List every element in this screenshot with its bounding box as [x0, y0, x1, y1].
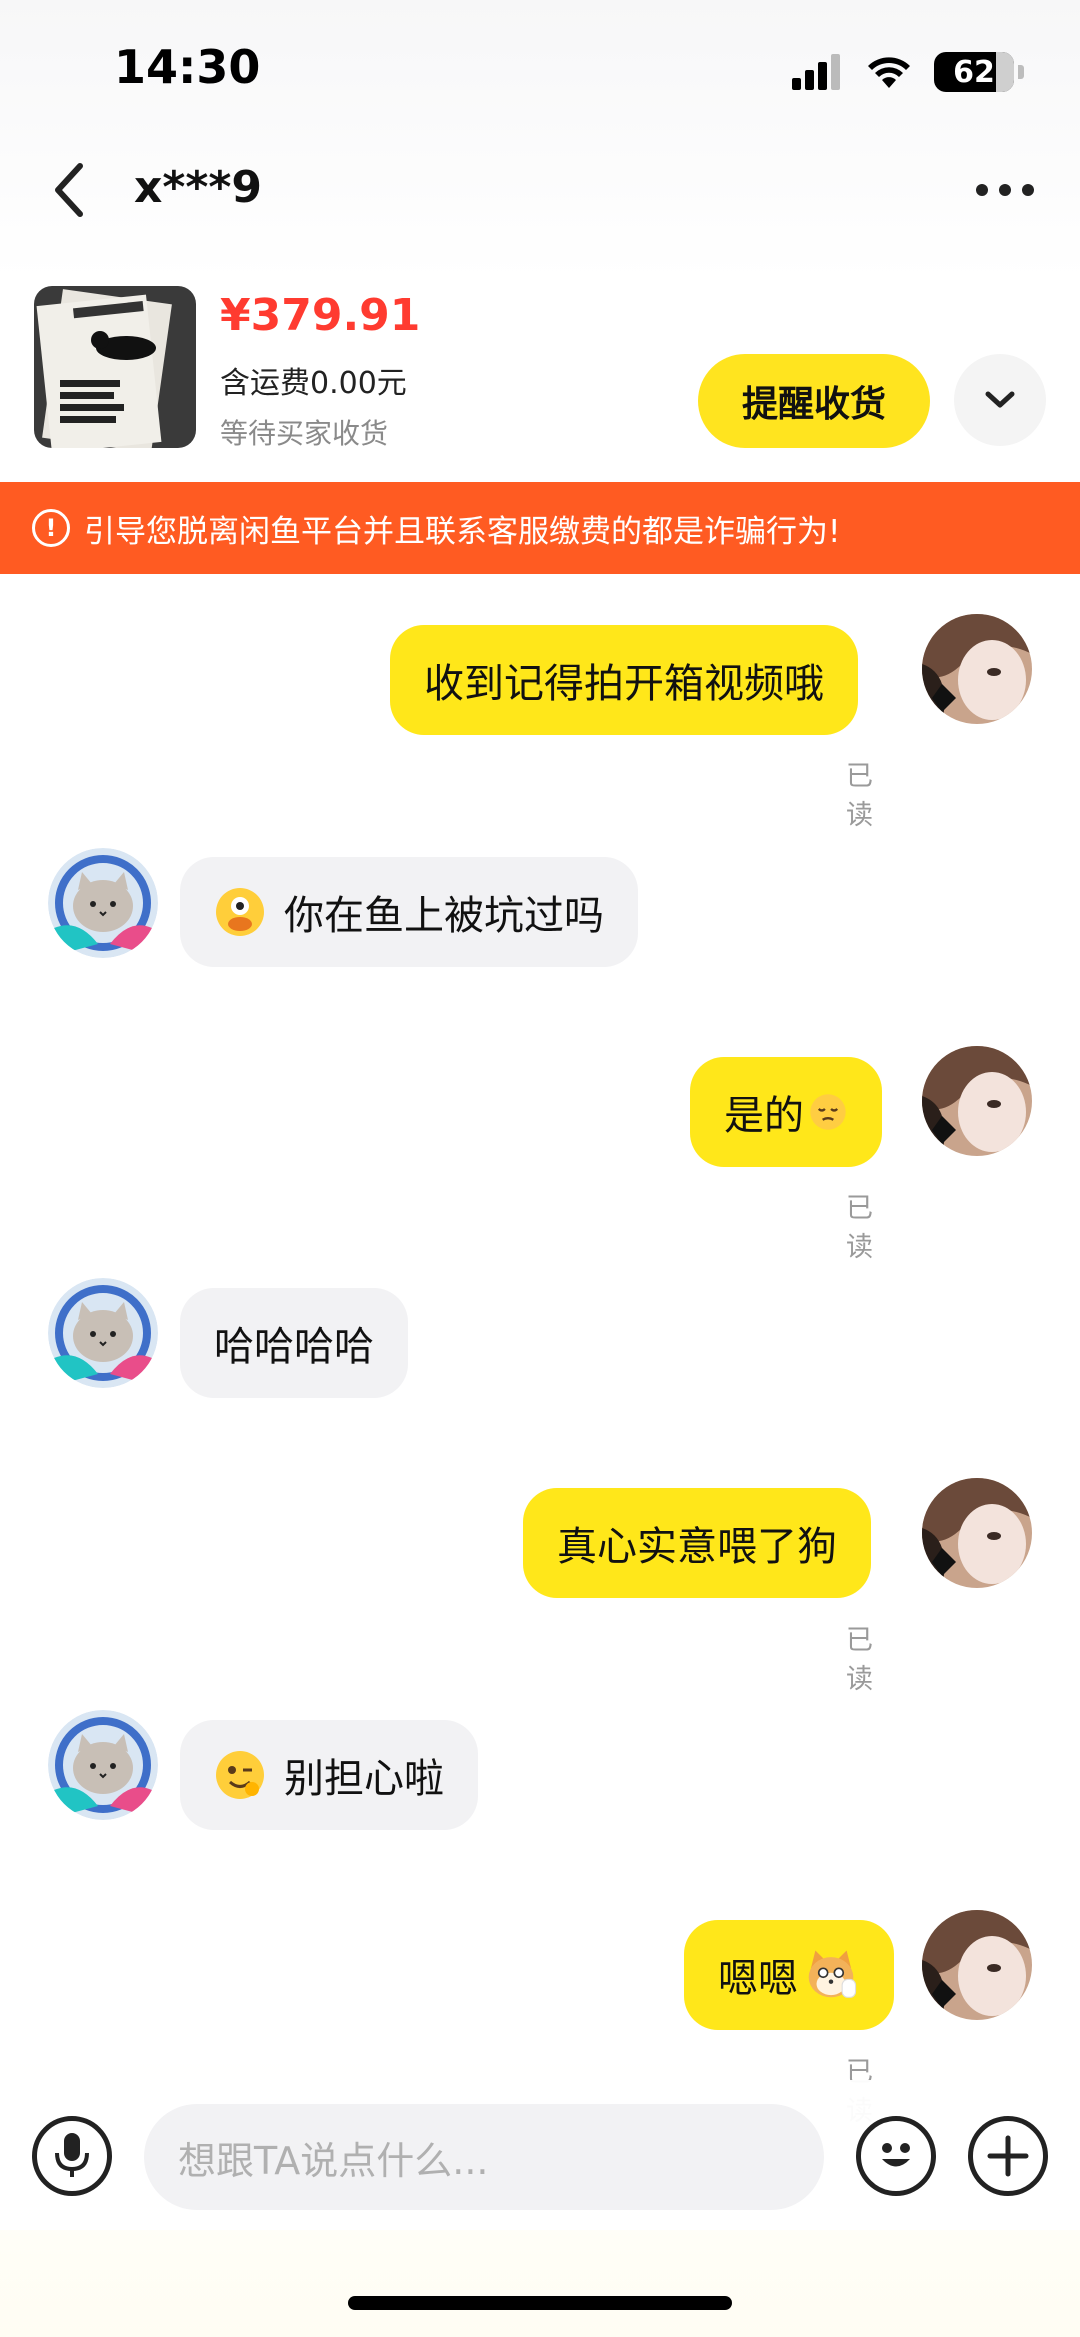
order-product-card[interactable]: ¥379.91 含运费0.00元 等待买家收货 提醒收货	[0, 270, 1080, 470]
home-indicator[interactable]	[348, 2296, 732, 2310]
status-icons: 62	[792, 48, 1024, 96]
cat-avatar-image	[48, 1710, 158, 1820]
contact-avatar[interactable]	[48, 848, 158, 958]
voice-input-button[interactable]	[32, 2116, 112, 2196]
my-avatar[interactable]	[922, 1478, 1032, 1588]
fraud-warning-banner: ! 引导您脱离闲鱼平台并且联系客服缴费的都是诈骗行为!	[0, 482, 1080, 574]
cat-avatar-image	[48, 1278, 158, 1388]
cellular-signal-icon	[792, 54, 840, 90]
contact-avatar[interactable]	[48, 1278, 158, 1388]
message-bubble[interactable]: 真心实意喂了狗	[523, 1488, 871, 1598]
product-image	[34, 286, 196, 448]
read-receipt: 已读	[846, 1193, 873, 1263]
message-bubble[interactable]: 收到记得拍开箱视频哦	[390, 625, 858, 735]
battery-level: 62	[953, 54, 995, 90]
back-button[interactable]	[40, 160, 100, 220]
contact-name: x***9	[134, 162, 263, 213]
my-avatar[interactable]	[922, 614, 1032, 724]
smiley-icon	[882, 2143, 910, 2167]
plus-icon	[987, 2135, 1029, 2177]
wifi-icon	[868, 57, 910, 88]
avatar-image	[922, 614, 1032, 724]
message-text: 你在鱼上被坑过吗	[284, 893, 604, 939]
message-text: 真心实意喂了狗	[557, 1524, 837, 1570]
message-bubble[interactable]: 嗯嗯	[684, 1920, 894, 2030]
avatar-image	[922, 1910, 1032, 2020]
exclamation-icon: !	[32, 509, 70, 547]
message-text: 是的	[724, 1093, 804, 1139]
product-thumbnail[interactable]	[34, 286, 196, 448]
expand-order-button[interactable]	[954, 354, 1046, 446]
status-bar: 14:30 62	[0, 0, 1080, 140]
pensive-face-emoji	[810, 1094, 846, 1130]
message-text: 哈哈哈哈	[214, 1324, 374, 1370]
message-input-bar: 想跟TA说点什么...	[0, 2080, 1080, 2230]
winking-face-emoji	[216, 1751, 264, 1799]
battery-icon: 62	[934, 52, 1014, 92]
message-text: 收到记得拍开箱视频哦	[424, 661, 824, 707]
product-price: ¥379.91	[220, 290, 421, 341]
message-text: 嗯嗯	[718, 1956, 798, 2002]
chevron-down-icon	[985, 391, 1015, 408]
input-placeholder: 想跟TA说点什么...	[178, 2138, 489, 2183]
shipping-fee: 含运费0.00元	[220, 366, 407, 401]
warning-text: 引导您脱离闲鱼平台并且联系客服缴费的都是诈骗行为!	[84, 513, 841, 550]
avatar-image	[922, 1478, 1032, 1588]
emoji-button[interactable]	[856, 2116, 936, 2196]
more-options-button[interactable]	[970, 160, 1040, 220]
avatar-image	[922, 1046, 1032, 1156]
my-avatar[interactable]	[922, 1910, 1032, 2020]
microphone-icon	[55, 2133, 89, 2177]
message-input[interactable]: 想跟TA说点什么...	[144, 2104, 824, 2210]
remind-receipt-button[interactable]: 提醒收货	[698, 354, 930, 448]
chat-screen: 14:30 62 x***9 ¥379.91 含运费0.00元 等待买家收货 提…	[0, 0, 1080, 2337]
my-avatar[interactable]	[922, 1046, 1032, 1156]
message-text: 别担心啦	[284, 1756, 444, 1802]
more-dots-icon	[976, 184, 1034, 196]
chevron-left-icon	[55, 163, 83, 217]
read-receipt: 已读	[846, 761, 873, 831]
contact-avatar[interactable]	[48, 1710, 158, 1820]
read-receipt: 已读	[846, 1625, 873, 1695]
cat-avatar-image	[48, 848, 158, 958]
dizzy-face-emoji	[216, 888, 264, 936]
order-status: 等待买家收货	[220, 417, 389, 450]
message-bubble[interactable]: 你在鱼上被坑过吗	[180, 857, 638, 967]
status-time: 14:30	[114, 40, 261, 94]
message-bubble[interactable]: 哈哈哈哈	[180, 1288, 408, 1398]
shiba-dog-sticker	[808, 1950, 857, 1998]
chat-header: x***9	[0, 140, 1080, 240]
message-bubble[interactable]: 是的	[690, 1057, 882, 1167]
add-attachment-button[interactable]	[968, 2116, 1048, 2196]
message-bubble[interactable]: 别担心啦	[180, 1720, 478, 1830]
